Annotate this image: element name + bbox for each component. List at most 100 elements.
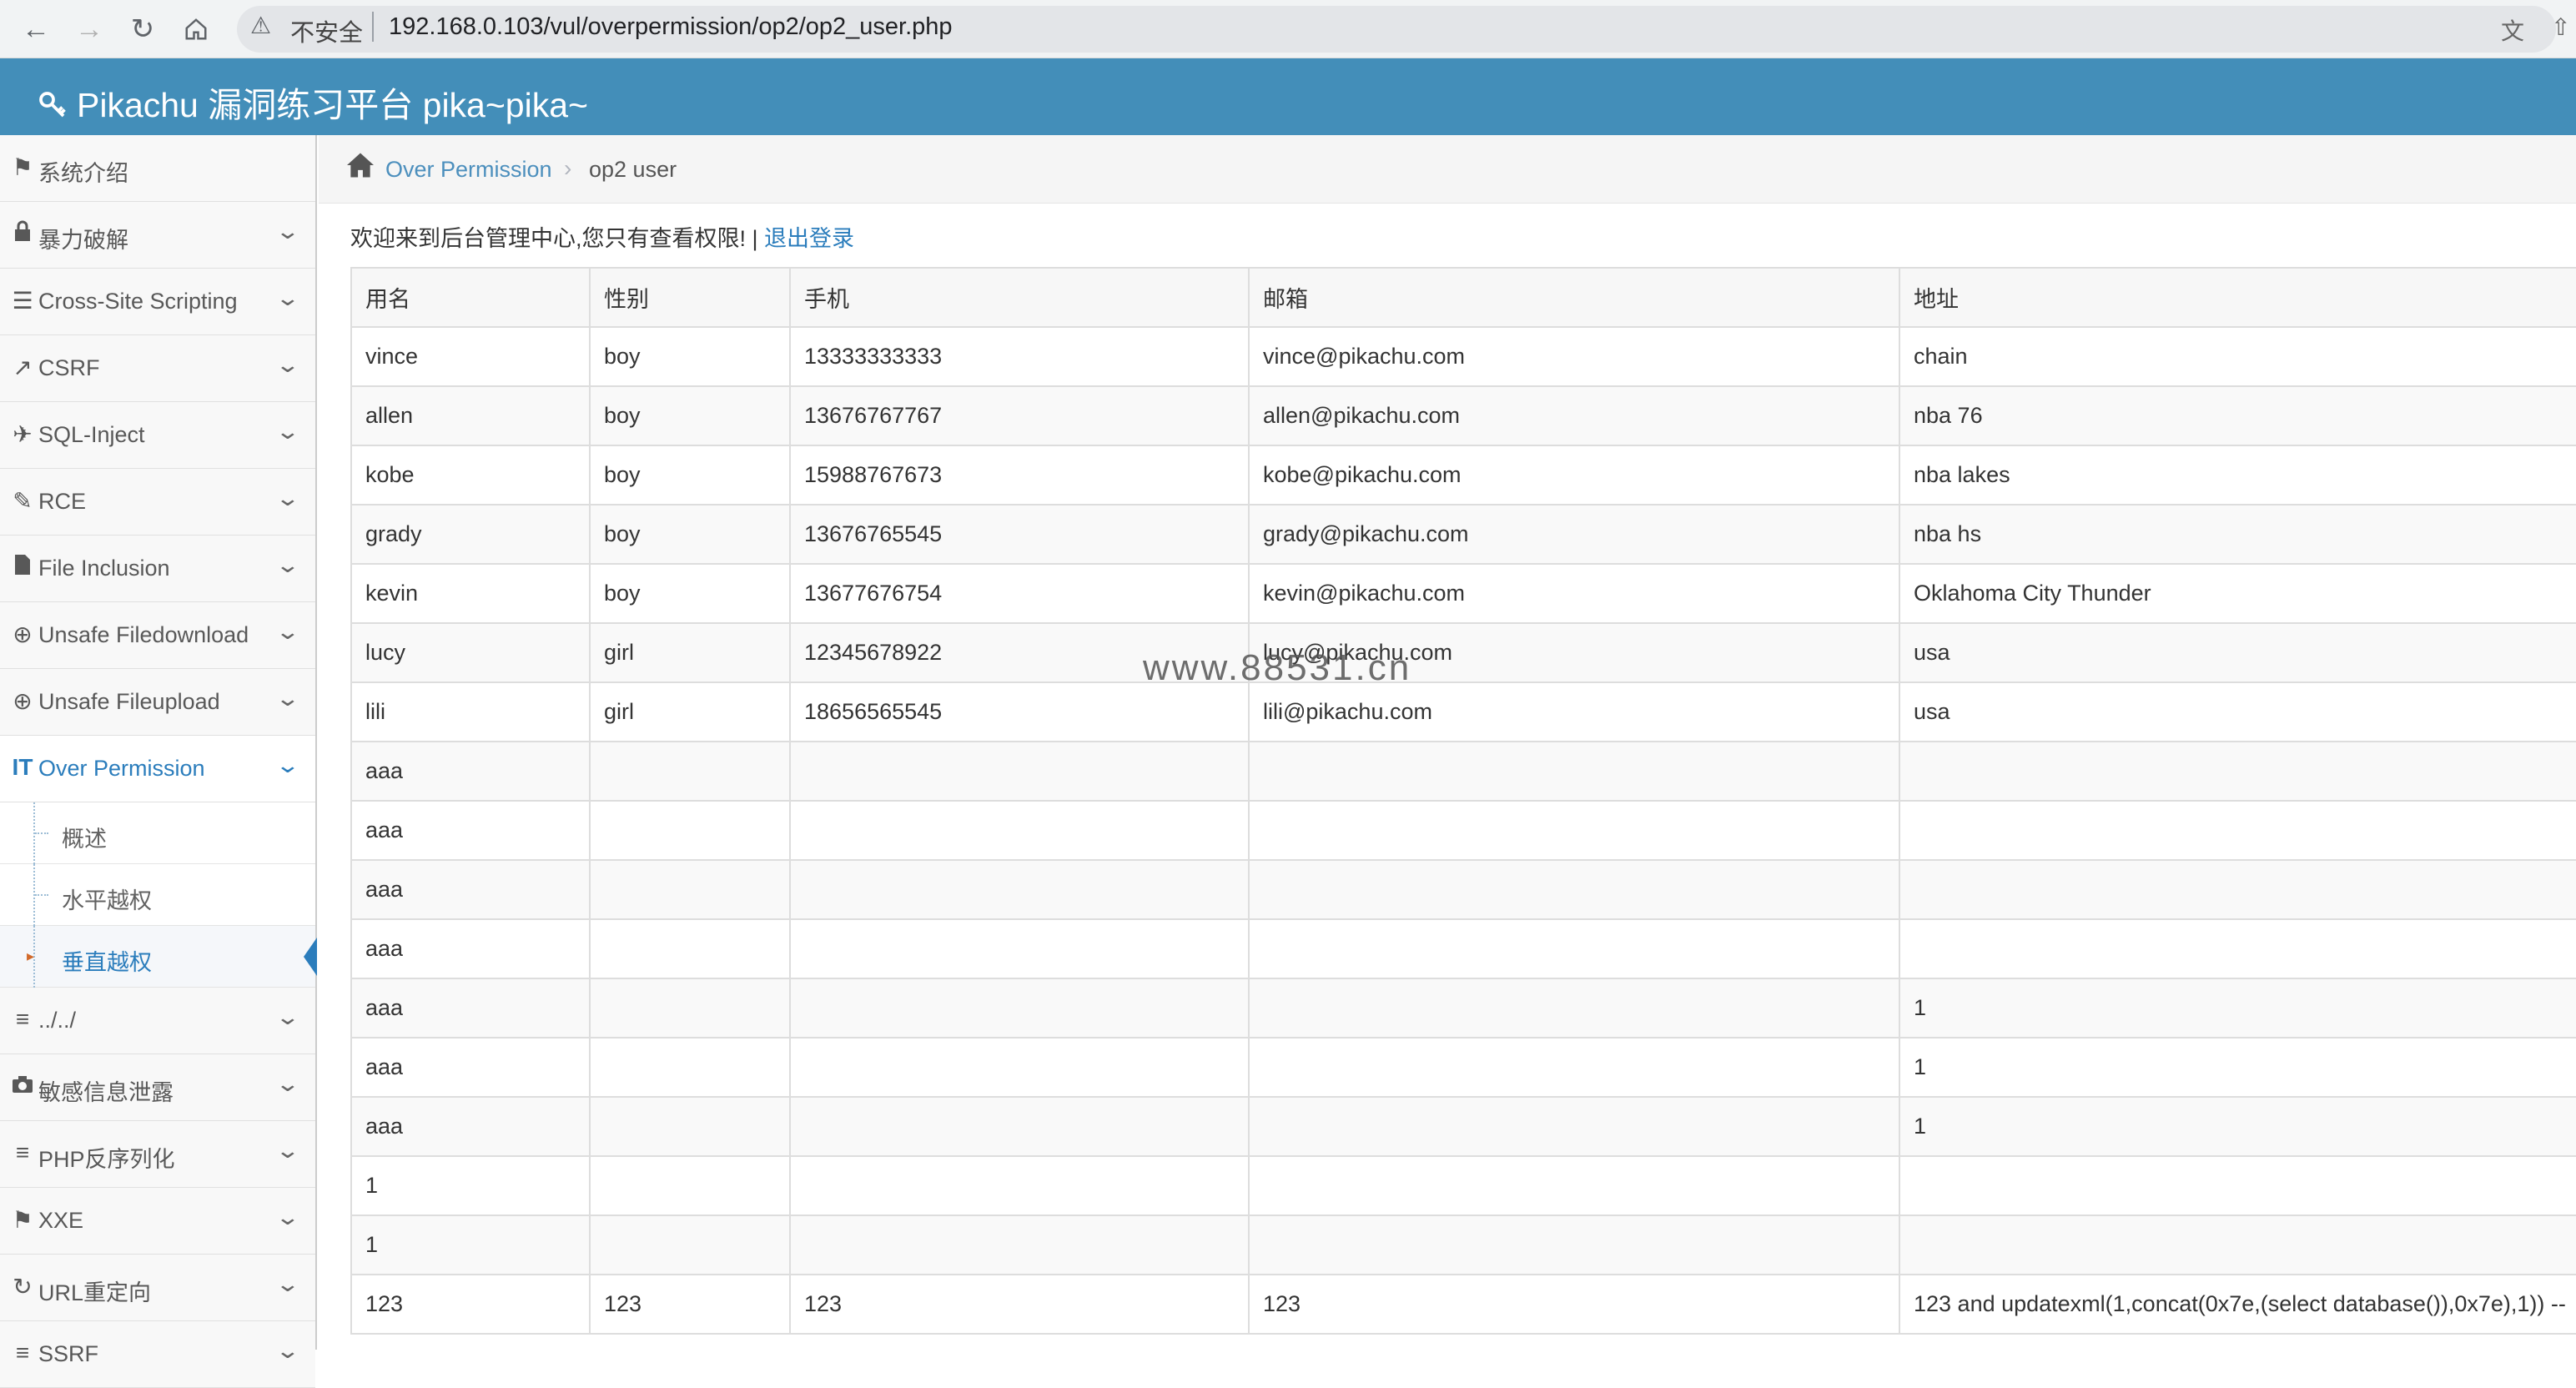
sidebar-item-intro[interactable]: ⚑ 系统介绍 xyxy=(0,135,315,202)
sidebar-item-sqli[interactable]: ✈ SQL-Inject ⌄ xyxy=(0,402,315,469)
xss-icon: ☰ xyxy=(12,288,33,314)
table-cell: girl xyxy=(589,681,791,742)
sidebar-item-unsafe-filedownload[interactable]: ⊕ Unsafe Filedownload ⌄ xyxy=(0,602,315,669)
table-cell: boy xyxy=(589,385,791,446)
sidebar-item-over-permission[interactable]: IT Over Permission ⌄ xyxy=(0,736,315,802)
table-cell: 13333333333 xyxy=(789,326,1250,387)
chevron-down-icon: ⌄ xyxy=(274,619,301,644)
sidebar-item-brute-force[interactable]: 暴力破解 ⌄ xyxy=(0,202,315,269)
sidebar-item-label: SSRF xyxy=(38,1341,99,1366)
app-header: Pikachu 漏洞练习平台 pika~pika~ xyxy=(0,58,2576,135)
chevron-down-icon: ⌄ xyxy=(274,686,301,711)
insecure-label[interactable]: 不安全 xyxy=(290,13,363,48)
app-title-text: Pikachu 漏洞练习平台 pika~pika~ xyxy=(77,86,588,124)
table-cell: allen@pikachu.com xyxy=(1248,385,1900,446)
table-cell: aaa xyxy=(350,1096,591,1157)
flag-icon: ⚑ xyxy=(12,1207,33,1233)
table-cell xyxy=(789,1155,1250,1216)
sidebar-item-label: 敏感信息泄露 xyxy=(38,1080,174,1105)
breadcrumb-current: op2 user xyxy=(589,157,677,182)
align-left-icon: ≡ xyxy=(15,1139,30,1165)
breadcrumb-link-over-permission[interactable]: Over Permission xyxy=(385,157,552,183)
sidebar-item-label: Unsafe Fileupload xyxy=(38,689,220,714)
sidebar-item-label: 系统介绍 xyxy=(38,161,128,186)
table-cell xyxy=(589,978,791,1038)
table-cell xyxy=(789,918,1250,979)
sidebar-subitem-vertical[interactable]: ▸ 垂直越权 xyxy=(0,926,317,988)
table-row: aaa xyxy=(350,859,2576,920)
table-cell: 1 xyxy=(350,1155,591,1216)
sidebar-subitem-horizontal[interactable]: 水平越权 xyxy=(0,864,315,926)
share-icon[interactable]: ⇧ xyxy=(2551,13,2570,41)
table-cell: 123 xyxy=(589,1274,791,1335)
table-cell: lucy xyxy=(350,622,591,683)
table-cell: allen xyxy=(350,385,591,446)
upload-icon: ⊕ xyxy=(13,688,33,714)
sidebar-item-unsafe-fileupload[interactable]: ⊕ Unsafe Fileupload ⌄ xyxy=(0,669,315,736)
home-icon[interactable] xyxy=(345,152,375,186)
table-row: kobe boy 15988767673 kobe@pikachu.com nba la… xyxy=(350,445,2576,505)
table-cell: 1 xyxy=(1899,1037,2576,1098)
forward-icon[interactable]: → xyxy=(68,8,110,50)
table-row: kevin boy 13677676754 kevin@pikachu.com Okla… xyxy=(350,563,2576,624)
translate-icon[interactable]: 文 xyxy=(2501,13,2524,47)
logout-link[interactable]: 退出登录 xyxy=(764,226,854,251)
welcome-text: 欢迎来到后台管理中心,您只有查看权限! | xyxy=(350,226,765,251)
table-cell: lili xyxy=(350,681,591,742)
tree-tick xyxy=(35,832,48,834)
refresh-icon: ↻ xyxy=(13,1274,33,1300)
home-icon[interactable] xyxy=(175,8,217,50)
file-icon xyxy=(10,554,35,581)
sidebar-item-rce[interactable]: ✎ RCE ⌄ xyxy=(0,469,315,536)
sidebar-item-ssrf[interactable]: ≡ SSRF ⌄ xyxy=(0,1321,315,1388)
table-cell xyxy=(589,1155,791,1216)
table-cell xyxy=(1248,1155,1900,1216)
tree-tick xyxy=(35,894,48,896)
table-header-row: 用名 性别 手机 邮箱 地址 xyxy=(350,267,2576,328)
sidebar: ⚑ 系统介绍 暴力破解 ⌄ ☰ Cross-Site Scripting ⌄ ↗… xyxy=(0,135,317,1388)
table-row: allen boy 13676767767 allen@pikachu.com nba … xyxy=(350,385,2576,446)
table-row: aaa xyxy=(350,741,2576,802)
table-row: 123 123 123 123 123 and updatexml(1,concat(0… xyxy=(350,1274,2576,1335)
url-text[interactable]: 192.168.0.103/vul/overpermission/op2/op2… xyxy=(389,13,953,41)
sidebar-item-label: PHP反序列化 xyxy=(38,1147,175,1172)
chevron-down-icon: ⌄ xyxy=(274,352,301,377)
warning-icon[interactable]: ⚠ xyxy=(250,12,271,39)
chevron-down-icon: ⌄ xyxy=(274,419,301,444)
table-cell xyxy=(1248,1037,1900,1098)
table-cell xyxy=(1248,1096,1900,1157)
table-cell: grady xyxy=(350,504,591,565)
table-cell: 13676767767 xyxy=(789,385,1250,446)
sidebar-subitem-label: 垂直越权 xyxy=(62,950,152,975)
sidebar-subitem-overview[interactable]: 概述 xyxy=(0,802,315,864)
app-title[interactable]: Pikachu 漏洞练习平台 pika~pika~ xyxy=(38,77,588,127)
sidebar-item-dotdot[interactable]: ≡ ../../ ⌄ xyxy=(0,988,315,1054)
table-cell xyxy=(1899,1155,2576,1216)
table-cell: girl xyxy=(589,622,791,683)
table-cell: vince xyxy=(350,326,591,387)
text-height-icon: IT xyxy=(12,754,33,780)
table-cell: 123 and updatexml(1,concat(0x7e,(select … xyxy=(1899,1274,2576,1335)
column-header: 邮箱 xyxy=(1248,267,1900,328)
sidebar-item-file-inclusion[interactable]: File Inclusion ⌄ xyxy=(0,536,315,602)
table-cell: aaa xyxy=(350,1037,591,1098)
caret-right-icon: ▸ xyxy=(27,948,35,964)
plane-icon: ✈ xyxy=(13,421,33,447)
camera-icon xyxy=(10,1073,35,1099)
lock-icon xyxy=(10,220,35,248)
reload-icon[interactable]: ↻ xyxy=(122,8,164,50)
welcome-message: 欢迎来到后台管理中心,您只有查看权限! | 退出登录 xyxy=(350,220,854,253)
table-cell xyxy=(1899,741,2576,802)
sidebar-item-xxe[interactable]: ⚑ XXE ⌄ xyxy=(0,1188,315,1255)
table-row: 1 xyxy=(350,1155,2576,1216)
sidebar-item-xss[interactable]: ☰ Cross-Site Scripting ⌄ xyxy=(0,269,315,335)
table-row: lucy girl 12345678922 lucy@pikachu.com usa xyxy=(350,622,2576,683)
back-icon[interactable]: ← xyxy=(15,8,57,50)
sidebar-item-info-leak[interactable]: 敏感信息泄露 ⌄ xyxy=(0,1054,315,1121)
sidebar-item-php-unserialize[interactable]: ≡ PHP反序列化 ⌄ xyxy=(0,1121,315,1188)
chevron-down-icon: ⌄ xyxy=(274,1271,301,1296)
chevron-down-icon: ⌄ xyxy=(274,552,301,577)
sidebar-item-url-redirect[interactable]: ↻ URL重定向 ⌄ xyxy=(0,1255,315,1321)
sidebar-item-csrf[interactable]: ↗ CSRF ⌄ xyxy=(0,335,315,402)
sidebar-item-label: SQL-Inject xyxy=(38,422,145,447)
